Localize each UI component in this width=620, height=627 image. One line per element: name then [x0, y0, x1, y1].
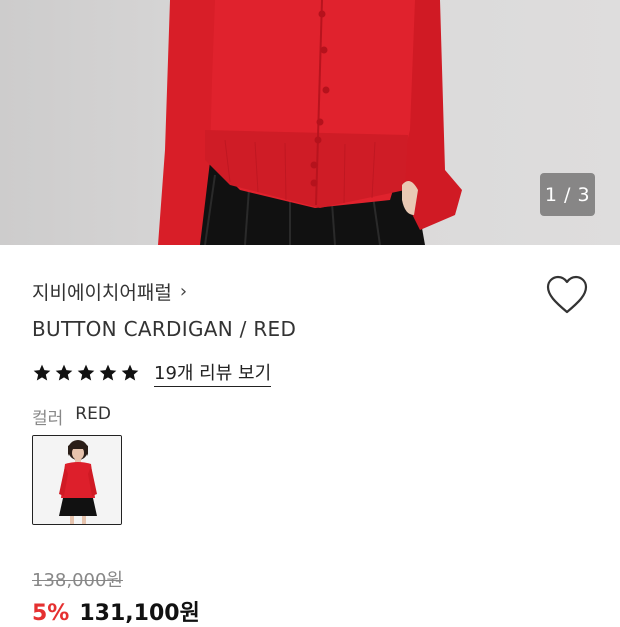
discount-rate: 5%: [32, 601, 70, 626]
star-icon: [121, 364, 139, 381]
brand-name: 지비에이치어패럴: [32, 282, 172, 304]
final-price: 131,100원: [79, 601, 200, 626]
star-icon: [55, 364, 73, 381]
chevron-right-icon: ›: [179, 281, 188, 302]
product-image-carousel[interactable]: 1 / 3: [0, 0, 620, 245]
color-label: 컬러: [32, 409, 64, 429]
color-value: RED: [75, 404, 111, 424]
product-photo: [158, 0, 462, 245]
color-swatch-red[interactable]: [32, 435, 122, 525]
color-row: 컬러 RED: [32, 404, 111, 429]
star-icon: [99, 364, 117, 381]
star-icon: [77, 364, 95, 381]
image-counter: 1 / 3: [540, 173, 595, 216]
review-link[interactable]: 19개 리뷰 보기: [154, 359, 272, 387]
rating-row: 19개 리뷰 보기: [32, 359, 272, 387]
product-title: BUTTON CARDIGAN / RED: [32, 317, 297, 341]
original-price: 138,000원: [32, 570, 123, 591]
swatch-thumbnail: [33, 436, 121, 524]
brand-link[interactable]: 지비에이치어패럴 ›: [32, 278, 187, 305]
rating-stars: [32, 363, 140, 383]
price-row: 5% 131,100원: [32, 595, 200, 627]
star-icon: [33, 364, 51, 381]
heart-outline-icon[interactable]: [545, 274, 589, 316]
